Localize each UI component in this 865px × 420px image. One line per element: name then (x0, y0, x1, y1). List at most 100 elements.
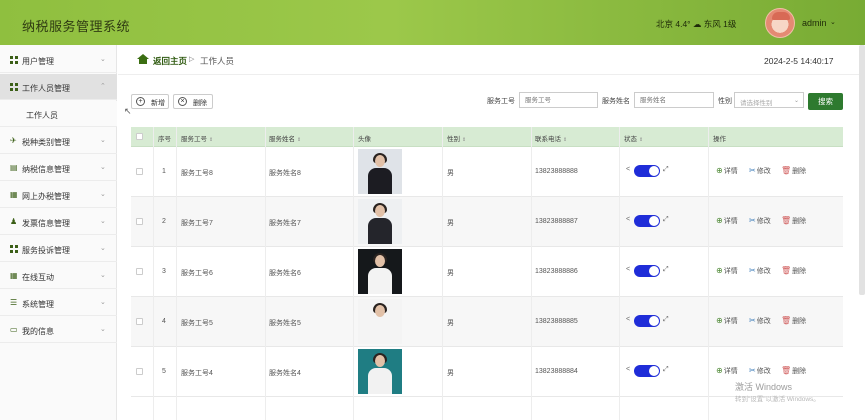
delete-button[interactable]: 🗑删除 (781, 366, 806, 376)
photo-figure-body (368, 268, 392, 294)
sort-icon: ⇕ (639, 137, 644, 143)
cell-index: 1 (162, 168, 166, 175)
status-toggle[interactable] (634, 365, 660, 377)
sidebar-item-staff-management[interactable]: 工作人员管理 ⌃ (0, 74, 117, 100)
sidebar-item-my-info[interactable]: ▭ 我的信息 ⌄ (0, 317, 117, 343)
staff-name-label: 服务姓名 (602, 98, 630, 105)
sidebar-item-tax-category[interactable]: ✈ 税种类别管理 ⌄ (0, 128, 117, 154)
status-toggle[interactable] (634, 165, 660, 177)
grid-icon (10, 245, 18, 253)
delete-button[interactable]: 🗑删除 (781, 266, 806, 276)
detail-icon: ⊕ (716, 216, 723, 225)
header-label: 性别 (447, 136, 460, 143)
toggle-right-icon: ⤢ (663, 316, 669, 323)
toggle-left-icon: < (626, 366, 631, 373)
close-circle-icon: × (178, 97, 187, 106)
sidebar-item-online-tax[interactable]: ▦ 网上办税管理 ⌄ (0, 182, 117, 208)
edit-button[interactable]: ✂修改 (749, 366, 771, 376)
header-staff-id[interactable]: 服务工号 ⇕ (181, 133, 213, 143)
sidebar-item-label: 发票信息管理 (22, 219, 70, 228)
table-header: 序号 服务工号 ⇕ 服务姓名 ⇕ 头像 性别 ⇕ 联系电话 ⇕ 状态 ⇕ 操作 (131, 127, 843, 147)
apps-icon: ▦ (10, 271, 18, 280)
edit-label: 修改 (756, 218, 771, 225)
header-staff-name[interactable]: 服务姓名 ⇕ (269, 133, 301, 143)
breadcrumb-home-link[interactable]: 返回主页 (153, 55, 187, 67)
sidebar-item-label: 我的信息 (22, 327, 54, 336)
delete-button[interactable]: 🗑删除 (781, 316, 806, 326)
staff-name-input[interactable] (634, 92, 714, 108)
row-checkbox[interactable] (136, 268, 143, 275)
detail-label: 详情 (723, 368, 738, 375)
photo-figure-body (368, 168, 392, 194)
sidebar-subitem-staff[interactable]: 工作人员 (0, 101, 117, 127)
sidebar-item-tax-info[interactable]: ▤ 纳税信息管理 ⌄ (0, 155, 117, 181)
row-checkbox[interactable] (136, 218, 143, 225)
sidebar-item-online-interaction[interactable]: ▦ 在线互动 ⌄ (0, 263, 117, 289)
trash-icon: 🗑 (781, 316, 792, 325)
sidebar-item-invoice[interactable]: ♟ 发票信息管理 ⌄ (0, 209, 117, 235)
app-header: 纳税服务管理系统 北京 4.4° ☁ 东风 1级 admin ⌄ (0, 0, 865, 45)
id-card-icon: ▭ (10, 325, 18, 334)
edit-button[interactable]: ✂修改 (749, 166, 771, 176)
breadcrumb-current: 工作人员 (200, 56, 235, 66)
sidebar-item-system[interactable]: ☰ 系统管理 ⌄ (0, 290, 117, 316)
header-actions: 操作 (713, 136, 726, 143)
chevron-down-icon: ⌄ (100, 272, 106, 279)
user-menu-chevron-icon[interactable]: ⌄ (830, 18, 836, 26)
table-row: 1 服务工号8 服务姓名8 男 13823888888 < ⤢ ⊕详情 ✂修改 🗑删除 (131, 147, 843, 197)
add-button[interactable]: + 新增 (131, 94, 169, 109)
photo-figure-head (375, 255, 385, 267)
detail-button[interactable]: ⊕详情 (716, 366, 738, 376)
sidebar-item-complaints[interactable]: 服务投诉管理 ⌄ (0, 236, 117, 262)
edit-button[interactable]: ✂修改 (749, 266, 771, 276)
batch-delete-button-label: 删除 (193, 100, 207, 107)
staff-id-input[interactable] (519, 92, 598, 108)
delete-button[interactable]: 🗑删除 (781, 216, 806, 226)
user-name-menu[interactable]: admin (802, 18, 827, 28)
edit-icon: ✂ (749, 366, 756, 375)
batch-delete-button[interactable]: × 删除 (173, 94, 213, 109)
cell-phone: 13823888888 (535, 168, 578, 175)
header-phone[interactable]: 联系电话 ⇕ (535, 133, 567, 143)
header-index: 序号 (158, 136, 171, 143)
detail-button[interactable]: ⊕详情 (716, 166, 738, 176)
table-row: 3 服务工号6 服务姓名6 男 13823888886 < ⤢ ⊕详情 ✂修改 🗑删除 (131, 247, 843, 297)
detail-icon: ⊕ (716, 366, 723, 375)
edit-button[interactable]: ✂修改 (749, 216, 771, 226)
status-toggle[interactable] (634, 265, 660, 277)
staff-photo (358, 199, 402, 244)
user-avatar[interactable] (765, 8, 795, 38)
edit-label: 修改 (756, 268, 771, 275)
chevron-down-icon: ⌄ (794, 98, 800, 104)
chevron-down-icon: ⌄ (100, 218, 106, 225)
search-button[interactable]: 搜索 (808, 93, 843, 110)
windows-activation-watermark: 激活 Windows (735, 382, 793, 392)
detail-button[interactable]: ⊕详情 (716, 316, 738, 326)
delete-button[interactable]: 🗑删除 (781, 166, 806, 176)
delete-label: 删除 (792, 218, 807, 225)
sidebar-item-users[interactable]: 用户管理 ⌄ (0, 47, 117, 73)
trash-icon: 🗑 (781, 166, 792, 175)
row-checkbox[interactable] (136, 318, 143, 325)
edit-button[interactable]: ✂修改 (749, 316, 771, 326)
sidebar-item-label: 在线互动 (22, 273, 54, 282)
detail-button[interactable]: ⊕详情 (716, 266, 738, 276)
detail-icon: ⊕ (716, 266, 723, 275)
cell-staff-id: 服务工号8 (181, 170, 213, 177)
vertical-scrollbar[interactable] (859, 45, 865, 295)
header-status[interactable]: 状态 ⇕ (624, 133, 643, 143)
status-toggle[interactable] (634, 215, 660, 227)
photo-figure-head (375, 155, 385, 167)
chevron-down-icon: ⌄ (100, 326, 106, 333)
home-icon[interactable] (137, 54, 149, 64)
row-checkbox[interactable] (136, 368, 143, 375)
select-all-checkbox[interactable] (136, 133, 143, 140)
row-checkbox[interactable] (136, 168, 143, 175)
toggle-right-icon: ⤢ (663, 166, 669, 173)
status-toggle[interactable] (634, 315, 660, 327)
cell-staff-name: 服务姓名6 (269, 270, 301, 277)
detail-label: 详情 (723, 268, 738, 275)
header-gender[interactable]: 性别 ⇕ (447, 133, 466, 143)
detail-button[interactable]: ⊕详情 (716, 216, 738, 226)
cell-gender: 男 (447, 220, 454, 227)
